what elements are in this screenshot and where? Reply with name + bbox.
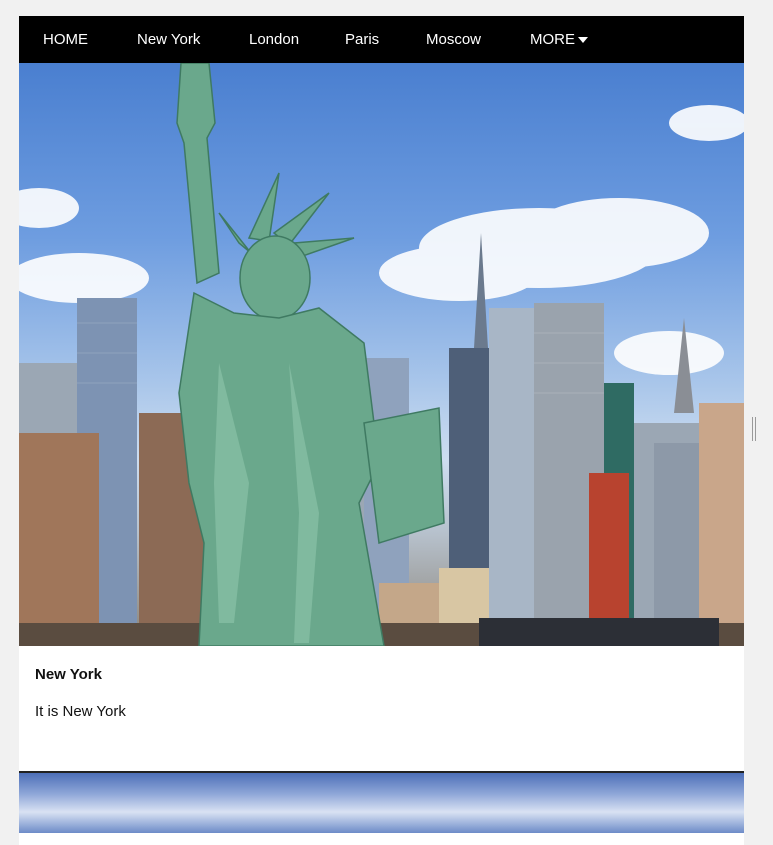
card-image-new-york — [19, 63, 744, 646]
nav-more-dropdown[interactable]: MORE — [530, 31, 588, 48]
next-card-image — [19, 773, 744, 833]
skyline-illustration — [19, 63, 744, 646]
nav-new-york[interactable]: New York — [137, 31, 249, 48]
card-title: New York — [35, 666, 102, 683]
nav-london[interactable]: London — [249, 31, 345, 48]
top-navbar: HOME New York London Paris Moscow MORE — [19, 16, 744, 63]
nav-moscow[interactable]: Moscow — [426, 31, 530, 48]
page: HOME New York London Paris Moscow MORE N… — [0, 0, 773, 845]
card-body: New York It is New York — [19, 646, 744, 773]
resize-handle-icon[interactable] — [752, 417, 756, 441]
nav-paris[interactable]: Paris — [345, 31, 426, 48]
main-content: HOME New York London Paris Moscow MORE N… — [19, 16, 744, 845]
card-description: It is New York — [35, 703, 126, 720]
caret-down-icon — [578, 36, 588, 43]
nav-more-label: MORE — [530, 31, 575, 48]
nav-home[interactable]: HOME — [43, 31, 137, 48]
